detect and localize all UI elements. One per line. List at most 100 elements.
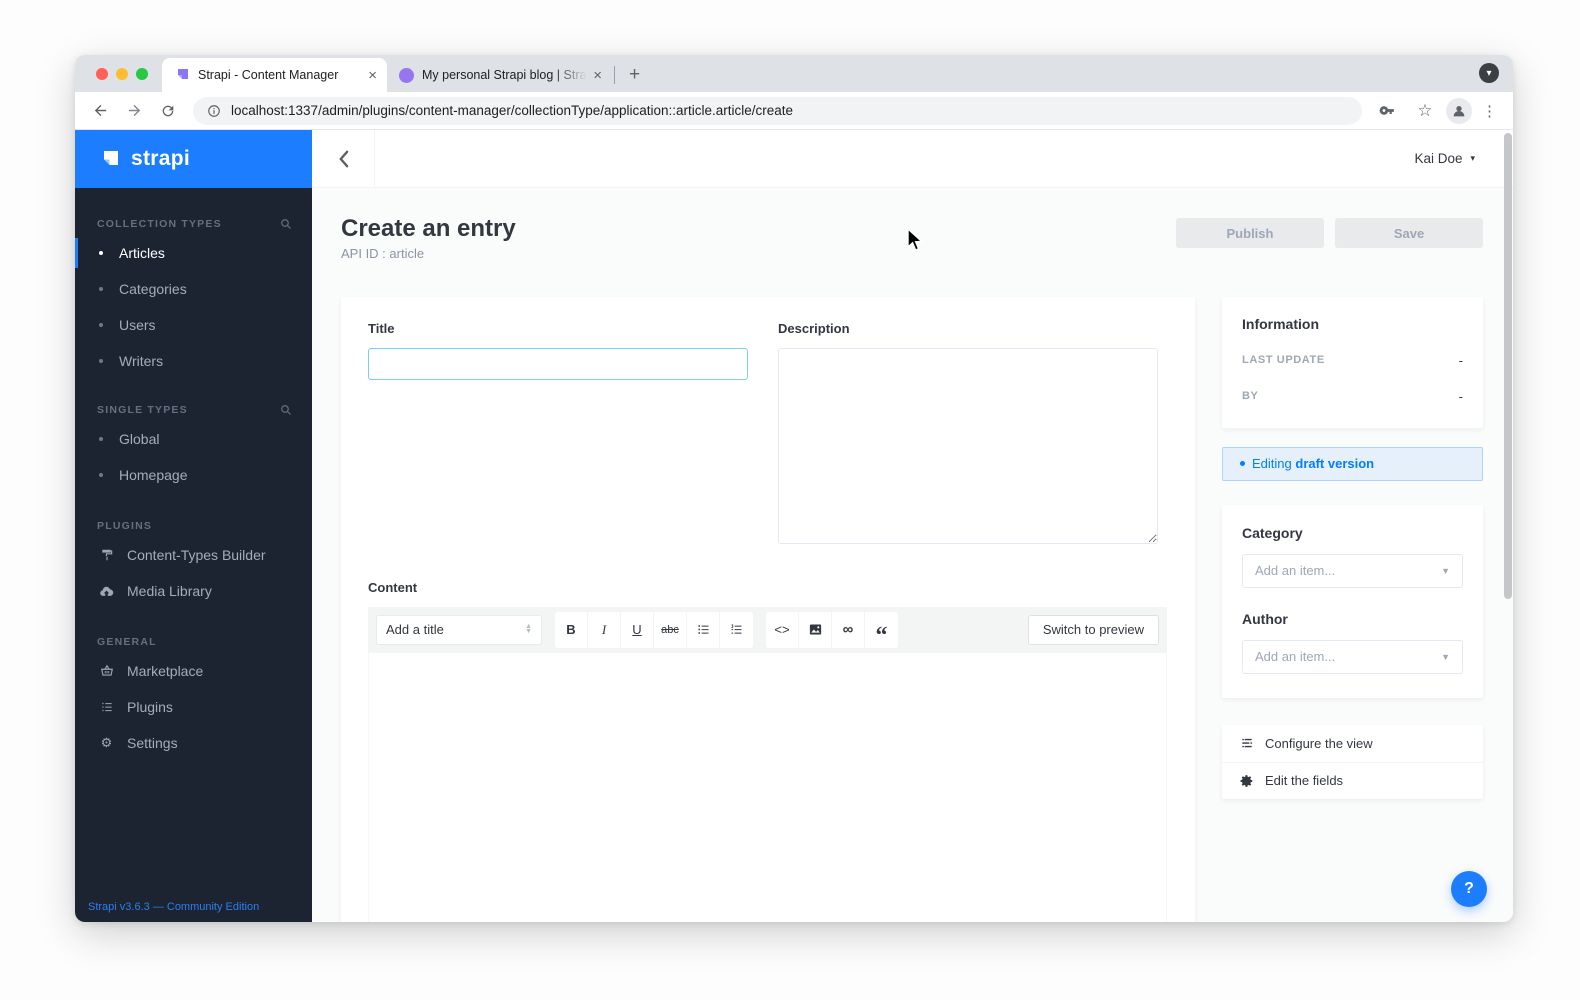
- plugins-section: PLUGINS Content-Types Builder Media Libr…: [75, 515, 312, 609]
- heading-select-value: Add a title: [386, 622, 444, 638]
- configure-view-link[interactable]: Configure the view: [1222, 725, 1483, 762]
- general-heading: GENERAL: [97, 636, 157, 648]
- author-select[interactable]: Add an item... ▼: [1242, 639, 1463, 674]
- main-panel: Kai Doe ▾ Create an entry API ID : artic…: [312, 130, 1513, 922]
- sidebar-item-homepage[interactable]: Homepage: [75, 457, 312, 493]
- image-button[interactable]: [799, 611, 832, 648]
- bookmark-button[interactable]: ☆: [1411, 97, 1439, 125]
- draft-text: Editing draft version: [1252, 456, 1375, 472]
- bullet-icon: [99, 323, 103, 327]
- paint-roller-icon: [99, 548, 114, 562]
- browser-profile-button[interactable]: [1446, 97, 1472, 124]
- edit-fields-link[interactable]: Edit the fields: [1222, 761, 1483, 799]
- sidebar-item-label: Content-Types Builder: [127, 547, 266, 563]
- entry-form-card: Title Description Content Add a title ▲ …: [341, 296, 1195, 922]
- chevron-down-icon: ▼: [1441, 565, 1450, 576]
- sidebar-item-label: Homepage: [119, 467, 188, 483]
- relations-card: Category Add an item... ▼ Author Add an …: [1222, 504, 1483, 698]
- tab-personal-blog[interactable]: My personal Strapi blog | Strap ×: [387, 58, 612, 92]
- refresh-icon: [162, 105, 174, 116]
- strikethrough-button[interactable]: abc: [654, 611, 687, 648]
- heading-select[interactable]: Add a title ▲ ▼: [376, 614, 542, 645]
- gear-icon: ⚙: [100, 735, 113, 750]
- sidebar-item-writers[interactable]: Writers: [75, 343, 312, 379]
- tab-search-button[interactable]: ▾: [1479, 63, 1499, 83]
- refresh-button[interactable]: [154, 97, 182, 125]
- edit-fields-label: Edit the fields: [1265, 773, 1344, 789]
- code-button[interactable]: <>: [766, 611, 799, 648]
- address-bar[interactable]: localhost:1337/admin/plugins/content-man…: [193, 96, 1362, 125]
- sidebar-item-content-types-builder[interactable]: Content-Types Builder: [75, 537, 312, 573]
- search-icon[interactable]: [280, 404, 292, 416]
- maximize-window-button[interactable]: [136, 67, 148, 80]
- content-area: Create an entry API ID : article Publish…: [312, 188, 1513, 922]
- sidebar-item-articles[interactable]: Articles: [75, 235, 312, 271]
- collection-types-section: COLLECTION TYPES Articles Categories Use…: [75, 213, 312, 379]
- italic-button[interactable]: I: [588, 611, 621, 648]
- new-tab-button[interactable]: +: [619, 64, 650, 86]
- ordered-list-button[interactable]: [720, 611, 753, 648]
- link-button[interactable]: ∞: [832, 611, 865, 648]
- last-update-label: LAST UPDATE: [1242, 354, 1325, 367]
- browser-menu-button[interactable]: ⋮: [1476, 102, 1503, 120]
- chevron-down-icon: ▼: [1441, 651, 1450, 662]
- sidebar-item-settings[interactable]: ⚙ Settings: [75, 725, 312, 761]
- view-links-card: Configure the view Edit the fields: [1222, 724, 1483, 799]
- sidebar-item-categories[interactable]: Categories: [75, 271, 312, 307]
- general-section: GENERAL Marketplace Plugins ⚙ Settings: [75, 631, 312, 761]
- page-title: Create an entry: [341, 215, 516, 242]
- unordered-list-button[interactable]: [687, 611, 720, 648]
- sidebar-item-plugins[interactable]: Plugins: [75, 689, 312, 725]
- password-manager-button[interactable]: [1373, 97, 1401, 125]
- search-icon[interactable]: [280, 218, 292, 230]
- page-info-icon[interactable]: [207, 104, 221, 118]
- description-textarea[interactable]: [778, 347, 1158, 544]
- strapi-logo-text: strapi: [131, 147, 190, 170]
- forward-button[interactable]: [120, 97, 148, 125]
- sidebar-item-media-library[interactable]: Media Library: [75, 573, 312, 609]
- sidebar-item-label: Writers: [119, 353, 164, 369]
- single-types-section: SINGLE TYPES Global Homepage: [75, 399, 312, 493]
- close-window-button[interactable]: [96, 67, 108, 80]
- underline-button[interactable]: U: [621, 611, 654, 648]
- sidebar-item-marketplace[interactable]: Marketplace: [75, 653, 312, 689]
- scrollbar-thumb[interactable]: [1504, 133, 1512, 599]
- editing-draft-banner: Editing draft version: [1222, 446, 1483, 481]
- sidebar-item-label: Articles: [119, 245, 165, 261]
- back-button-app[interactable]: [312, 130, 375, 187]
- close-tab-icon[interactable]: ×: [368, 68, 377, 83]
- shopping-basket-icon: [99, 664, 114, 678]
- quote-button[interactable]: “: [865, 611, 898, 648]
- tab-title: Strapi - Content Manager: [198, 68, 339, 82]
- strapi-favicon-icon: [178, 69, 188, 79]
- switch-to-preview-button[interactable]: Switch to preview: [1027, 614, 1159, 645]
- user-menu[interactable]: Kai Doe ▾: [1414, 151, 1475, 166]
- back-button[interactable]: [86, 97, 114, 125]
- strapi-version-link[interactable]: Strapi v3.6.3 — Community Edition: [88, 901, 259, 913]
- sidebar: strapi COLLECTION TYPES Articles Categor…: [75, 130, 312, 922]
- sidebar-item-users[interactable]: Users: [75, 307, 312, 343]
- strapi-logo[interactable]: strapi: [75, 130, 312, 188]
- text-style-group: B I U abc: [555, 611, 753, 648]
- tab-strapi-content-manager[interactable]: Strapi - Content Manager ×: [162, 58, 387, 92]
- bullet-icon: [99, 287, 103, 291]
- browser-window: Strapi - Content Manager × My personal S…: [75, 55, 1513, 922]
- description-field-label: Description: [778, 320, 850, 336]
- by-value: -: [1458, 388, 1463, 404]
- chevron-left-icon: [338, 150, 348, 167]
- save-button[interactable]: Save: [1335, 218, 1483, 248]
- strapi-admin-app: strapi COLLECTION TYPES Articles Categor…: [75, 130, 1513, 922]
- bold-button[interactable]: B: [555, 611, 588, 648]
- title-input[interactable]: [368, 347, 748, 380]
- publish-button[interactable]: Publish: [1176, 218, 1324, 248]
- help-button[interactable]: ?: [1451, 871, 1487, 907]
- blog-favicon-icon: [399, 67, 414, 83]
- draft-dot-icon: [1240, 461, 1245, 467]
- close-tab-icon[interactable]: ×: [593, 68, 602, 83]
- sidebar-item-global[interactable]: Global: [75, 421, 312, 457]
- category-label: Category: [1242, 524, 1303, 541]
- minimize-window-button[interactable]: [116, 67, 128, 80]
- by-row: BY -: [1242, 389, 1463, 404]
- category-select[interactable]: Add an item... ▼: [1242, 553, 1463, 588]
- wysiwyg-editor-area[interactable]: [368, 652, 1167, 922]
